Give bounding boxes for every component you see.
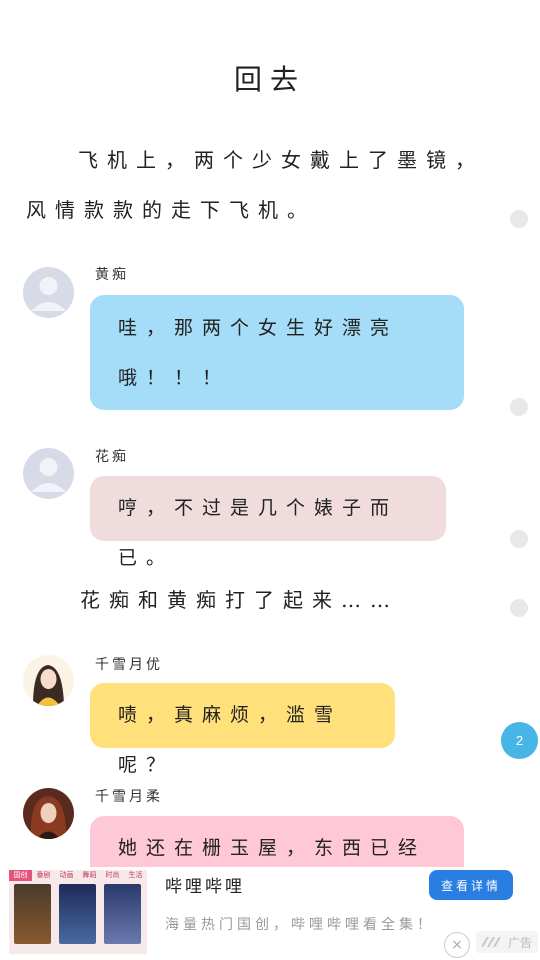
sender-name: 黄痴 — [95, 267, 129, 283]
sender-name: 花痴 — [95, 449, 129, 465]
ad-tab: 时尚 — [105, 872, 120, 879]
avatar[interactable] — [23, 655, 74, 706]
chapter-title: 回去 — [233, 63, 306, 96]
ad-poster — [59, 884, 96, 944]
comment-dot[interactable] — [510, 599, 528, 617]
ad-tab: 生活 — [128, 872, 143, 879]
comment-dot[interactable] — [510, 398, 528, 416]
view-details-button[interactable]: 查看详情 — [429, 870, 513, 900]
ad-title[interactable]: 哔哩哔哩 — [165, 872, 245, 897]
avatar[interactable] — [23, 448, 74, 499]
ad-logo-icon — [482, 937, 501, 947]
person-icon — [31, 277, 66, 311]
person-icon — [31, 458, 66, 492]
ad-description: 海量热门国创，哔哩哔哩看全集！ — [165, 917, 435, 933]
ad-label: 广告 — [476, 931, 538, 953]
narration-text: 花痴和黄痴打了起来…… — [80, 588, 399, 612]
ad-tab: 国创 — [9, 870, 32, 881]
chat-bubble: 哇，那两个女生好漂亮哦！！！ — [90, 295, 464, 410]
sender-name: 千雪月优 — [95, 657, 163, 673]
comment-dot[interactable] — [510, 210, 528, 228]
chat-bubble: 哼，不过是几个婊子而已。 — [90, 476, 446, 569]
chat-bubble: 啧，真麻烦，滥雪呢？ — [90, 683, 395, 776]
close-icon[interactable]: × — [444, 932, 470, 958]
ad-poster — [14, 884, 51, 944]
ad-poster — [104, 884, 141, 944]
ad-tab: 动画 — [59, 872, 74, 879]
ad-tab: 番剧 — [36, 872, 51, 879]
narration-text: 飞机上，两个少女戴上了墨镜，风情款款的走下飞机。 — [26, 148, 484, 222]
girl-portrait-icon — [23, 655, 74, 706]
ad-image-tabs: 国创 番剧 动画 舞蹈 时尚 生活 — [9, 870, 147, 881]
ad-mark-text: 广告 — [508, 935, 533, 950]
sender-name: 千雪月柔 — [95, 789, 163, 805]
page-number-badge[interactable]: 2 — [501, 722, 538, 759]
girl-portrait-icon — [23, 788, 74, 839]
ad-image[interactable]: 国创 番剧 动画 舞蹈 时尚 生活 — [9, 870, 147, 954]
comment-dot[interactable] — [510, 530, 528, 548]
ad-tab: 舞蹈 — [82, 872, 97, 879]
avatar[interactable] — [23, 267, 74, 318]
avatar[interactable] — [23, 788, 74, 839]
